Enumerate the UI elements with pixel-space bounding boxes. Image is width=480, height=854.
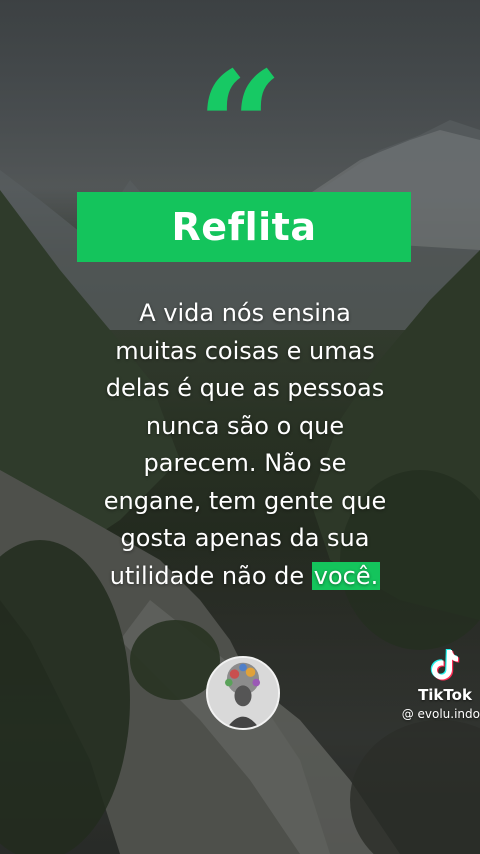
quote-line: muitas coisas e umas — [115, 336, 375, 365]
banner-title: Reflita — [171, 205, 317, 249]
tiktok-logo-icon — [430, 649, 460, 681]
quote-line: parecem. Não se — [143, 449, 347, 477]
quote-last-line: utilidade não de você. — [60, 558, 430, 596]
video-frame: “ Reflita A vida nós ensina muitas coisa… — [0, 0, 480, 854]
quote-text: A vida nós ensina muitas coisas e umas d… — [60, 295, 430, 595]
quote-line: A vida nós ensina — [139, 299, 351, 327]
title-banner: Reflita — [77, 192, 411, 262]
avatar[interactable] — [206, 656, 280, 730]
quote-line: delas é que as pessoas — [105, 374, 385, 402]
quote-mark-icon: “ — [196, 39, 284, 215]
highlighted-word: você. — [311, 561, 381, 590]
tiktok-handle: @ evolu.indo — [401, 707, 480, 721]
quote-line: nunca são o que — [145, 411, 345, 440]
quote-line: engane, tem gente que — [103, 486, 387, 515]
avatar-portrait-icon — [208, 658, 278, 728]
quote-line-prefix: utilidade não de — [109, 561, 312, 590]
tiktok-wordmark: TikTok — [418, 686, 472, 704]
quote-line: gosta apenas da sua — [120, 524, 370, 552]
